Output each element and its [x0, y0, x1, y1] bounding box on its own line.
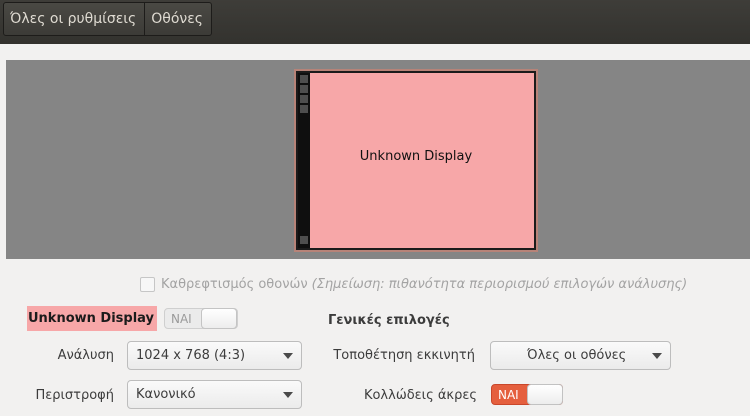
launcher-placement-value: Όλες οι οθόνες — [527, 348, 627, 363]
toggle-knob[interactable] — [201, 308, 237, 329]
sticky-edges-label: Κολλώδεις άκρες — [363, 388, 477, 403]
chevron-down-icon — [652, 353, 662, 359]
resolution-value: 1024 x 768 (4:3) — [136, 348, 246, 363]
rotation-value: Κανονικό — [136, 387, 196, 402]
monitor-label: Unknown Display — [359, 149, 473, 164]
launcher-icon — [300, 85, 308, 93]
launcher-icon — [300, 75, 308, 83]
monitor-preview[interactable]: Unknown Display — [296, 71, 536, 250]
launcher-placement-label: Τοποθέτηση εκκινητή — [333, 348, 475, 363]
launcher-icon — [300, 95, 308, 103]
general-options-heading: Γενικές επιλογές — [328, 313, 450, 328]
displays-breadcrumb-button[interactable]: Οθόνες — [144, 3, 211, 35]
resolution-label: Ανάλυση — [57, 348, 114, 363]
chevron-down-icon — [283, 392, 293, 398]
mirror-displays-note: (Σημείωση: πιθανότητα περιορισμού επιλογ… — [311, 276, 688, 292]
header-toolbar: Όλες οι ρυθμίσεις Οθόνες — [0, 0, 750, 44]
all-settings-button[interactable]: Όλες οι ρυθμίσεις — [4, 3, 144, 35]
launcher-icon — [300, 236, 308, 244]
display-enabled-toggle-label: ΝΑΙ — [171, 311, 192, 326]
launcher-placement-dropdown[interactable]: Όλες οι οθόνες — [490, 341, 671, 370]
rotation-dropdown[interactable]: Κανονικό — [127, 380, 302, 409]
display-enabled-toggle[interactable]: ΝΑΙ — [164, 308, 238, 329]
mirror-displays-label: Καθρεφτισμός οθονών — [161, 276, 308, 292]
selected-display-name: Unknown Display — [27, 306, 158, 331]
toggle-knob[interactable] — [527, 384, 563, 405]
resolution-dropdown[interactable]: 1024 x 768 (4:3) — [127, 341, 302, 370]
breadcrumb: Όλες οι ρυθμίσεις Οθόνες — [3, 2, 213, 36]
rotation-label: Περιστροφή — [35, 388, 114, 403]
chevron-down-icon — [283, 353, 293, 359]
sticky-edges-toggle[interactable]: ΝΑΙ — [491, 384, 563, 405]
mirror-displays-checkbox[interactable] — [140, 276, 155, 292]
sticky-edges-toggle-label: ΝΑΙ — [498, 387, 519, 402]
display-arrangement-area: Unknown Display — [6, 60, 750, 259]
mirror-displays-option[interactable]: Καθρεφτισμός οθονών (Σημείωση: πιθανότητ… — [140, 275, 687, 293]
launcher-icon — [300, 105, 308, 113]
